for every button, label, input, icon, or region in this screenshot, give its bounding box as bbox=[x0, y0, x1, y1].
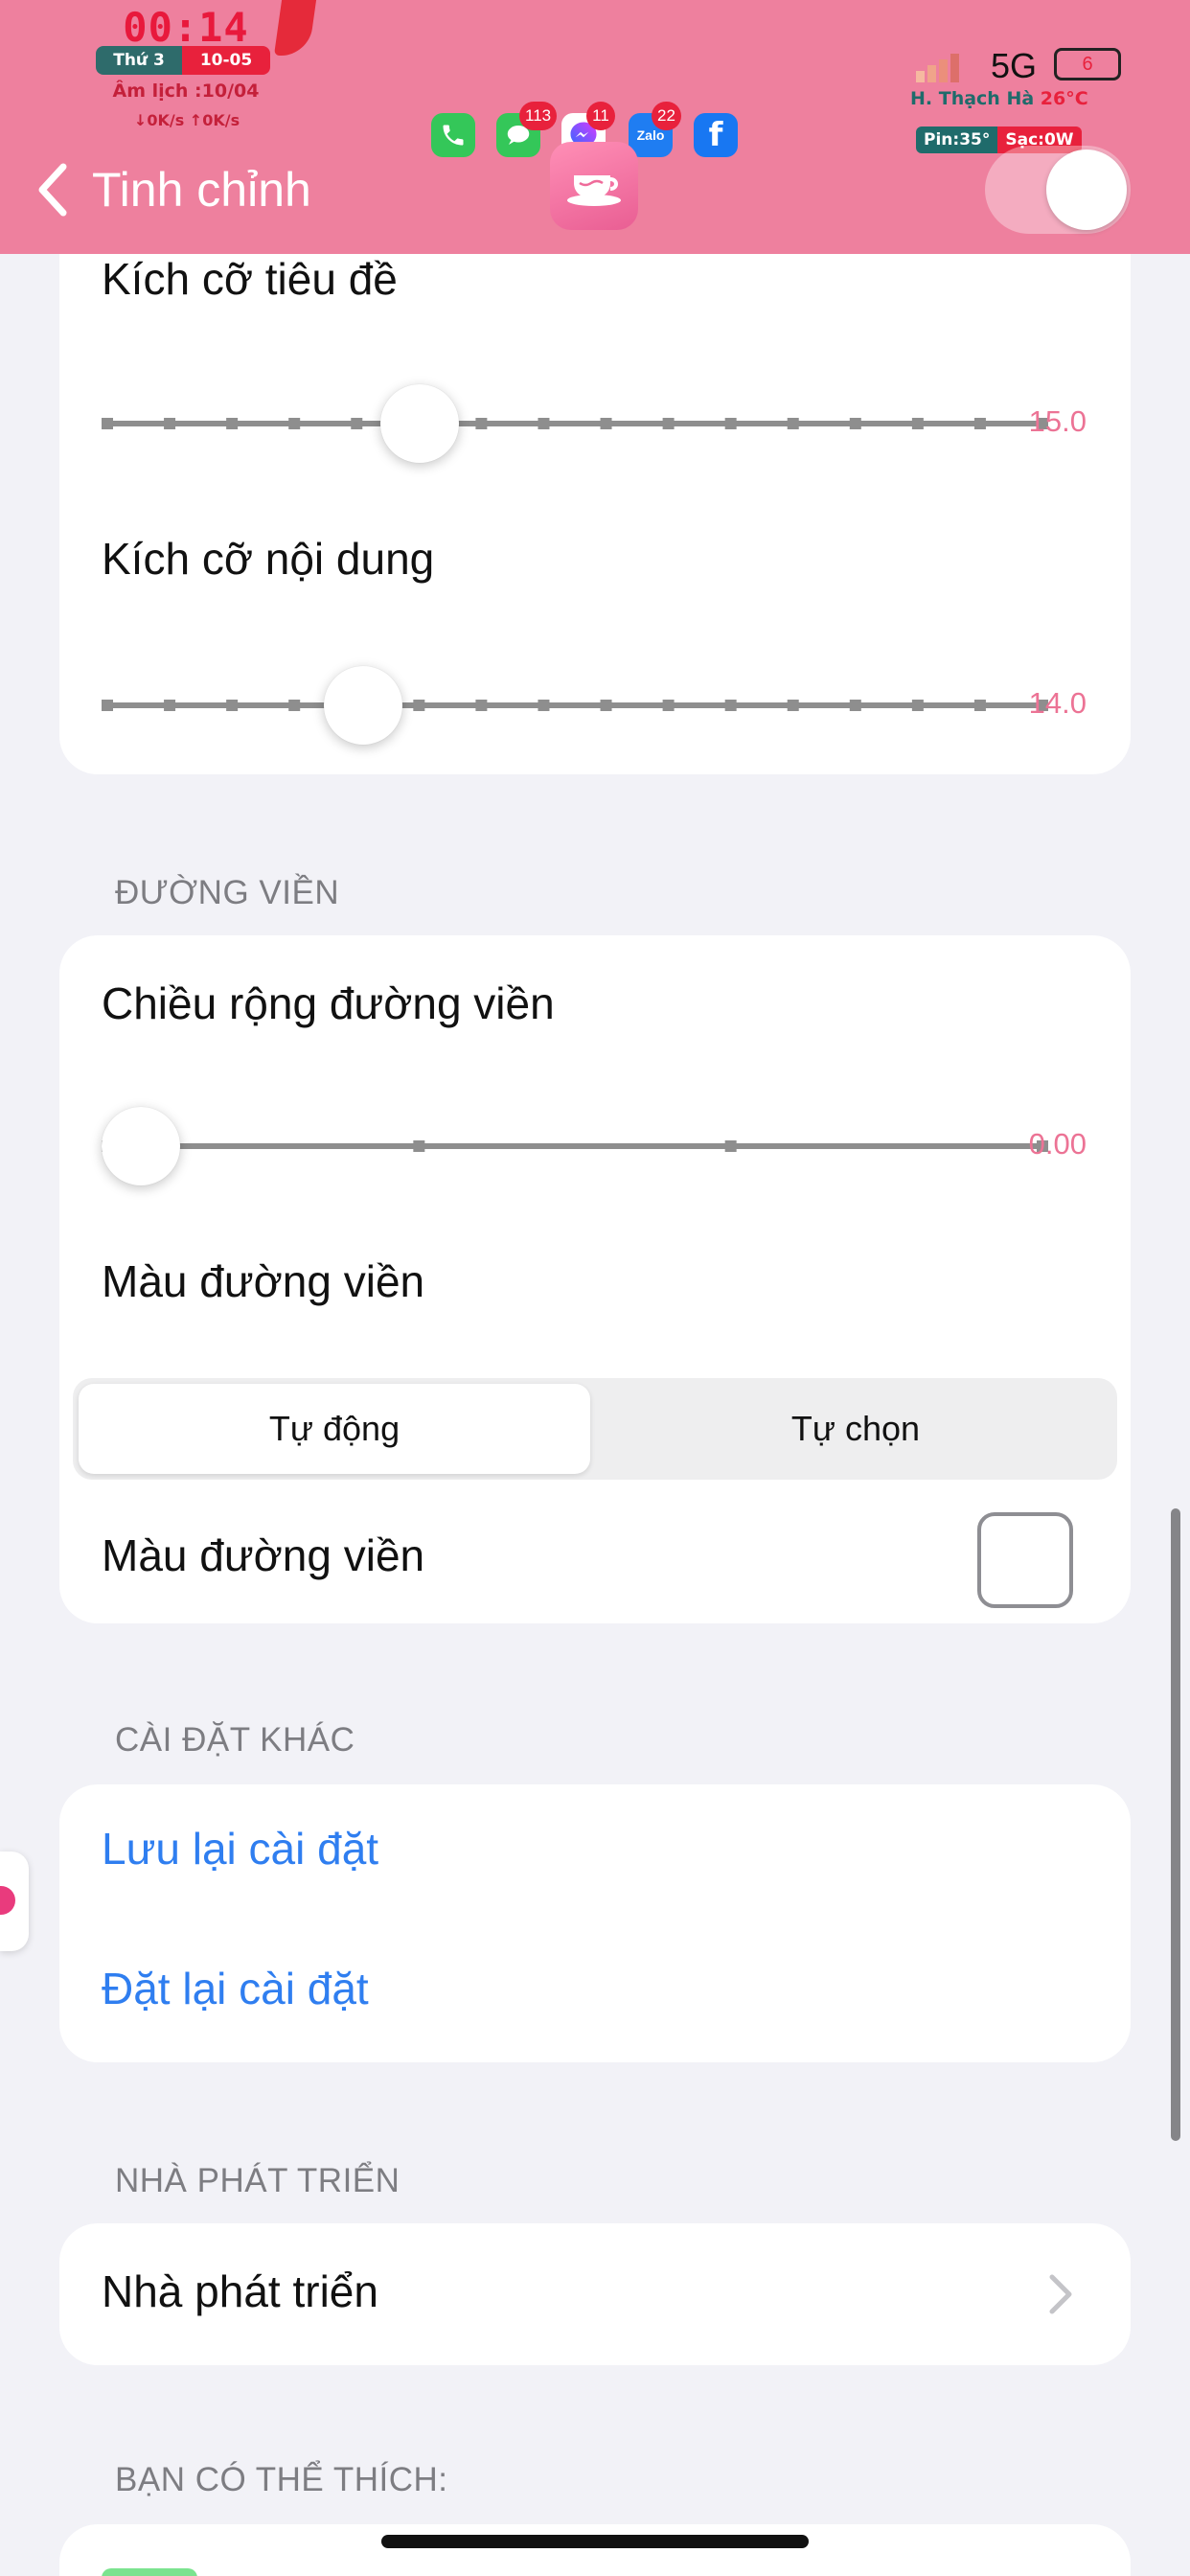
slider-track-line bbox=[102, 702, 1048, 708]
border-card: Chiều rộng đường viền 0.00 Màu đường viề… bbox=[59, 935, 1131, 1623]
slider-tick bbox=[413, 700, 425, 711]
segment-auto[interactable]: Tự động bbox=[79, 1384, 590, 1474]
suggest-app-icon[interactable] bbox=[102, 2568, 197, 2576]
battery-temp: Pin:35° bbox=[916, 126, 998, 153]
title-size-slider[interactable] bbox=[102, 418, 1048, 429]
segment-custom[interactable]: Tự chọn bbox=[600, 1384, 1111, 1474]
weekday: Thứ 3 bbox=[96, 46, 182, 75]
slider-tick bbox=[226, 418, 239, 429]
slider-tick bbox=[724, 700, 737, 711]
reset-settings-button[interactable]: Đặt lại cài đặt bbox=[102, 1963, 369, 2014]
messenger-badge: 11 bbox=[586, 102, 615, 130]
slider-tick bbox=[849, 418, 861, 429]
back-button[interactable]: Tinh chỉnh bbox=[92, 161, 311, 218]
scrollbar[interactable] bbox=[1171, 1508, 1180, 2141]
content-size-slider-knob[interactable] bbox=[323, 666, 402, 745]
chevron-left-icon[interactable] bbox=[34, 161, 73, 218]
content-size-value: 14.0 bbox=[1028, 686, 1087, 720]
slider-tick bbox=[662, 700, 675, 711]
content-size-slider[interactable] bbox=[102, 700, 1048, 711]
border-color-label: Màu đường viền bbox=[102, 1530, 425, 1580]
slider-tick bbox=[102, 700, 113, 711]
slider-tick bbox=[538, 700, 550, 711]
title-size-value: 15.0 bbox=[1028, 404, 1087, 438]
title-size-label: Kích cỡ tiêu đề bbox=[102, 254, 398, 304]
home-indicator[interactable] bbox=[381, 2535, 809, 2548]
save-settings-button[interactable]: Lưu lại cài đặt bbox=[102, 1823, 378, 1874]
header-toggle-switch[interactable] bbox=[985, 146, 1131, 234]
zalo-label: Zalo bbox=[636, 127, 665, 143]
chevron-right-icon bbox=[1049, 2274, 1072, 2314]
slider-tick bbox=[164, 700, 176, 711]
section-header-other: CÀI ĐẶT KHÁC bbox=[115, 1721, 355, 1759]
slider-tick bbox=[787, 418, 799, 429]
section-header-suggest: BẠN CÓ THỂ THÍCH: bbox=[115, 2461, 448, 2498]
slider-tick bbox=[288, 418, 301, 429]
section-header-developer: NHÀ PHÁT TRIỂN bbox=[115, 2162, 400, 2199]
slider-tick bbox=[973, 418, 986, 429]
border-width-value: 0.00 bbox=[1028, 1127, 1087, 1161]
border-color-well[interactable] bbox=[977, 1512, 1073, 1608]
location-name: H. Thạch Hà bbox=[910, 88, 1035, 109]
slider-tick bbox=[911, 418, 924, 429]
assistive-dot-icon bbox=[0, 1886, 15, 1915]
slider-tick bbox=[724, 1140, 737, 1152]
slider-tick bbox=[600, 418, 612, 429]
decorative-swoosh bbox=[273, 0, 317, 56]
border-width-slider-knob[interactable] bbox=[102, 1107, 180, 1185]
slider-tick bbox=[724, 418, 737, 429]
network-type: 5G bbox=[991, 46, 1038, 85]
date: 10-05 bbox=[182, 46, 270, 75]
typography-card: Kích cỡ tiêu đề 15.0 Kích cỡ nội dung 14… bbox=[59, 192, 1131, 774]
lunar-value: 10/04 bbox=[201, 80, 260, 102]
location-weather: H. Thạch Hà 26°C bbox=[910, 88, 1088, 109]
slider-tick bbox=[351, 418, 363, 429]
clock: 00:14 bbox=[123, 4, 249, 51]
other-settings-card: Lưu lại cài đặt Đặt lại cài đặt bbox=[59, 1784, 1131, 2062]
lunar-prefix: Âm lịch : bbox=[112, 80, 202, 102]
content-size-label: Kích cỡ nội dung bbox=[102, 534, 435, 584]
facebook-icon[interactable]: f bbox=[694, 113, 738, 157]
slider-tick bbox=[164, 418, 176, 429]
header-bar: 00:14 Thứ 3 10-05 Âm lịch :10/04 ↓0K/s ↑… bbox=[0, 0, 1190, 254]
slider-track-line bbox=[102, 421, 1048, 426]
messages-badge: 113 bbox=[519, 102, 558, 130]
lunar-date: Âm lịch :10/04 bbox=[92, 80, 280, 102]
date-pill: Thứ 3 10-05 bbox=[96, 46, 270, 75]
slider-tick bbox=[538, 418, 550, 429]
zalo-badge: 22 bbox=[652, 102, 681, 130]
title-size-slider-knob[interactable] bbox=[380, 384, 460, 463]
slider-tick bbox=[475, 700, 488, 711]
slider-tick bbox=[413, 1140, 425, 1152]
border-width-slider[interactable] bbox=[102, 1140, 1048, 1152]
slider-tick bbox=[475, 418, 488, 429]
slider-tick bbox=[600, 700, 612, 711]
phone-icon[interactable] bbox=[431, 113, 475, 157]
border-width-label: Chiều rộng đường viền bbox=[102, 978, 555, 1028]
assistive-bubble[interactable] bbox=[0, 1852, 29, 1951]
temperature: 26°C bbox=[1040, 88, 1088, 109]
slider-tick bbox=[662, 418, 675, 429]
slider-tick bbox=[911, 700, 924, 711]
slider-track-line bbox=[102, 1143, 1048, 1149]
developer-row-label[interactable]: Nhà phát triển bbox=[102, 2266, 378, 2317]
suggest-card bbox=[59, 2524, 1131, 2576]
tea-cup-icon[interactable] bbox=[550, 142, 638, 230]
toggle-knob bbox=[1046, 150, 1127, 230]
slider-tick bbox=[973, 700, 986, 711]
slider-tick bbox=[787, 700, 799, 711]
battery-icon: 6 bbox=[1054, 48, 1121, 80]
section-header-border: ĐƯỜNG VIỀN bbox=[115, 874, 340, 911]
net-speed: ↓0K/s ↑0K/s bbox=[133, 111, 240, 129]
slider-tick bbox=[102, 418, 113, 429]
slider-tick bbox=[288, 700, 301, 711]
signal-icon bbox=[916, 54, 959, 82]
slider-tick bbox=[226, 700, 239, 711]
developer-card: Nhà phát triển bbox=[59, 2223, 1131, 2365]
slider-tick bbox=[849, 700, 861, 711]
border-color-segmented-control: Tự động Tự chọn bbox=[73, 1378, 1117, 1480]
border-color-mode-label: Màu đường viền bbox=[102, 1256, 425, 1306]
